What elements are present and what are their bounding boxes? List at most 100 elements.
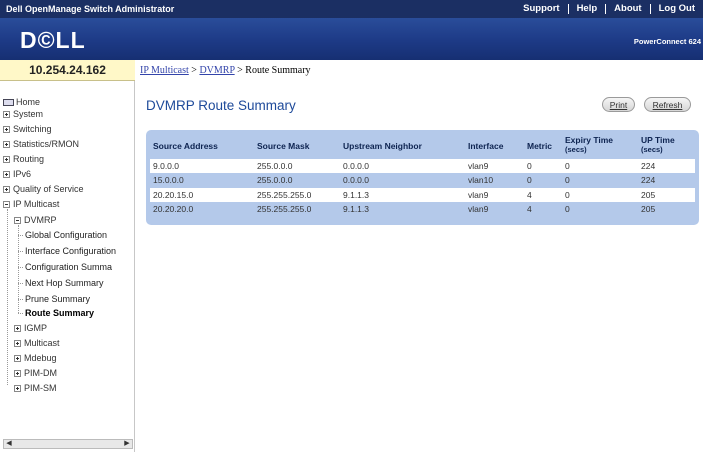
header-metric: Metric — [527, 141, 553, 151]
breadcrumb-dvmrp[interactable]: DVMRP — [199, 65, 234, 76]
expand-icon[interactable] — [14, 369, 21, 377]
header-banner: D©LL PowerConnect 624 — [0, 18, 703, 60]
product-name: PowerConnect 624 — [633, 37, 701, 46]
sidebar-item-label: Multicast — [24, 338, 60, 348]
sidebar-item-multicast[interactable]: Multicast — [14, 338, 60, 348]
cell-expiry-time: 0 — [565, 204, 570, 214]
sidebar-item-label: Mdebug — [24, 353, 57, 363]
support-link[interactable]: Support — [515, 4, 567, 14]
expand-icon[interactable] — [3, 140, 10, 148]
sidebar-item-configuration-summary[interactable]: Configuration Summa — [25, 262, 112, 272]
header-expiry-time: Expiry Time — [565, 135, 614, 145]
sidebar-item-prune-summary[interactable]: Prune Summary — [25, 294, 90, 304]
route-summary-table: Source Address Source Mask Upstream Neig… — [146, 130, 699, 225]
help-link[interactable]: Help — [567, 4, 606, 14]
header-expiry-time-unit: (secs) — [565, 145, 587, 154]
cell-upstream-neighbor: 9.1.1.3 — [343, 204, 369, 214]
sidebar-item-igmp[interactable]: IGMP — [14, 323, 47, 333]
cell-expiry-time: 0 — [565, 175, 570, 185]
breadcrumb-ip-multicast[interactable]: IP Multicast — [140, 65, 189, 76]
sidebar-item-mdebug[interactable]: Mdebug — [14, 353, 57, 363]
cell-up-time: 224 — [641, 175, 656, 185]
tree-connector — [18, 267, 23, 268]
tree-connector — [7, 209, 8, 385]
cell-source-mask: 255.255.255.0 — [257, 204, 312, 214]
sidebar-item-home[interactable]: Home — [3, 97, 40, 107]
cell-up-time: 224 — [641, 161, 656, 171]
sidebar-item-label: System — [13, 109, 44, 119]
cell-expiry-time: 0 — [565, 161, 570, 171]
collapse-icon[interactable] — [14, 216, 21, 224]
expand-icon[interactable] — [3, 170, 10, 178]
sidebar-item-route-summary[interactable]: Route Summary — [25, 308, 94, 318]
top-links: Support Help About Log Out — [515, 0, 703, 18]
tree-connector — [18, 283, 23, 284]
expand-icon[interactable] — [14, 339, 21, 347]
header-up-time-unit: (secs) — [641, 145, 663, 154]
breadcrumb-current: Route Summary — [245, 65, 311, 76]
sidebar-item-ip-multicast[interactable]: IP Multicast — [3, 199, 59, 209]
cell-upstream-neighbor: 9.1.1.3 — [343, 190, 369, 200]
expand-icon[interactable] — [3, 110, 10, 118]
sidebar-item-label: Statistics/RMON — [13, 139, 80, 149]
header-source-mask: Source Mask — [257, 141, 310, 151]
sidebar-item-statistics-rmon[interactable]: Statistics/RMON — [3, 139, 79, 149]
sidebar-item-pim-dm[interactable]: PIM-DM — [14, 368, 57, 378]
dell-logo: D©LL — [20, 27, 86, 53]
table-header: Source Address Source Mask Upstream Neig… — [146, 130, 699, 160]
header-source-address: Source Address — [153, 141, 218, 151]
sidebar-item-switching[interactable]: Switching — [3, 124, 52, 134]
sidebar-item-dvmrp[interactable]: DVMRP — [14, 215, 57, 225]
expand-icon[interactable] — [3, 155, 10, 163]
expand-icon[interactable] — [3, 125, 10, 133]
cell-source-address: 20.20.20.0 — [153, 204, 194, 214]
sidebar-item-system[interactable]: System — [3, 109, 43, 119]
sidebar-horizontal-scrollbar[interactable]: ◀ ▶ — [3, 439, 133, 449]
breadcrumb: IP Multicast > DVMRP > Route Summary — [140, 65, 311, 76]
sidebar-item-ipv6[interactable]: IPv6 — [3, 169, 31, 179]
app-title: Dell OpenManage Switch Administrator — [6, 4, 175, 14]
tree-connector — [18, 235, 23, 236]
collapse-icon[interactable] — [3, 200, 10, 208]
logout-link[interactable]: Log Out — [649, 4, 703, 14]
sidebar-item-label: PIM-DM — [24, 368, 57, 378]
scroll-right-icon[interactable]: ▶ — [122, 440, 132, 448]
scroll-left-icon[interactable]: ◀ — [4, 440, 14, 448]
sidebar-item-label: DVMRP — [24, 215, 57, 225]
header-up-time: UP Time — [641, 135, 675, 145]
cell-interface: vlan9 — [468, 161, 489, 171]
cell-upstream-neighbor: 0.0.0.0 — [343, 175, 369, 185]
expand-icon[interactable] — [3, 185, 10, 193]
refresh-button[interactable]: Refresh — [644, 97, 691, 112]
cell-up-time: 205 — [641, 204, 656, 214]
cell-source-mask: 255.0.0.0 — [257, 161, 293, 171]
breadcrumb-separator: > — [237, 65, 243, 76]
about-link[interactable]: About — [605, 4, 649, 14]
table-row: 15.0.0.0 255.0.0.0 0.0.0.0 vlan10 0 0 22… — [150, 173, 695, 187]
sidebar-item-routing[interactable]: Routing — [3, 154, 44, 164]
sidebar-item-interface-configuration[interactable]: Interface Configuration — [25, 246, 116, 256]
sidebar-tree: Home System Switching Statistics/RMON Ro… — [0, 81, 135, 452]
sidebar-item-pim-sm[interactable]: PIM-SM — [14, 383, 57, 393]
switch-ip-address: 10.254.24.162 — [0, 60, 135, 81]
tree-connector — [18, 251, 23, 252]
cell-interface: vlan9 — [468, 190, 489, 200]
sidebar-item-global-configuration[interactable]: Global Configuration — [25, 230, 107, 240]
sidebar-item-label: Switching — [13, 124, 52, 134]
header-upstream-neighbor: Upstream Neighbor — [343, 141, 422, 151]
sidebar-item-quality-of-service[interactable]: Quality of Service — [3, 184, 84, 194]
print-button[interactable]: Print — [602, 97, 635, 112]
cell-source-address: 9.0.0.0 — [153, 161, 179, 171]
sidebar-item-label: PIM-SM — [24, 383, 57, 393]
cell-source-address: 15.0.0.0 — [153, 175, 184, 185]
expand-icon[interactable] — [14, 324, 21, 332]
sidebar-item-next-hop-summary[interactable]: Next Hop Summary — [25, 278, 104, 288]
expand-icon[interactable] — [14, 384, 21, 392]
expand-icon[interactable] — [14, 354, 21, 362]
cell-up-time: 205 — [641, 190, 656, 200]
cell-source-mask: 255.0.0.0 — [257, 175, 293, 185]
home-icon — [3, 98, 14, 106]
sidebar-item-label: Home — [16, 97, 41, 107]
cell-metric: 0 — [527, 175, 532, 185]
sidebar-item-label: IGMP — [24, 323, 48, 333]
